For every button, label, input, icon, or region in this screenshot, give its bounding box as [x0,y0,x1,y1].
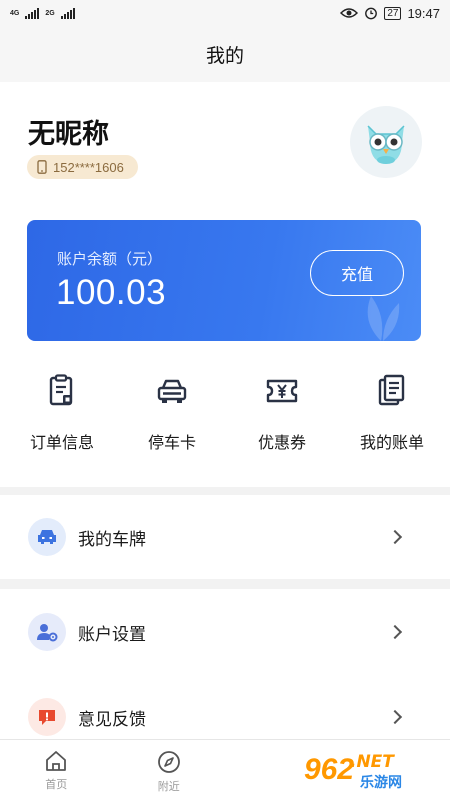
tab-nearby[interactable]: 附近 [113,740,226,800]
quick-menu: 订单信息 停车卡 优惠券 我的账单 [0,367,450,453]
my-plate-row[interactable]: 我的车牌 [0,495,450,579]
network-type-2: 2G [45,9,55,17]
owl-avatar-icon [367,125,405,164]
signal-icon [60,7,75,19]
tab-home[interactable]: 首页 [0,740,113,800]
tab-fourth[interactable] [338,740,450,800]
eye-icon [340,8,359,18]
account-settings-row[interactable]: 账户设置 [0,589,450,675]
feedback-icon [28,698,66,736]
my-bill-button[interactable]: 我的账单 [337,367,447,453]
avatar[interactable] [350,106,422,178]
alarm-icon [365,7,378,20]
phone-badge: 152****1606 [27,155,138,179]
page-title-bar: 我的 [0,26,450,82]
tab-third[interactable] [225,740,338,800]
feedback-row[interactable]: 意见反馈 [0,675,450,739]
feedback-label: 意见反馈 [78,709,146,729]
home-icon [46,751,67,771]
recharge-button[interactable]: 充值 [310,250,404,296]
coupon-icon [266,379,298,403]
battery-icon: 27 [384,6,402,20]
balance-amount: 100.03 [56,273,167,312]
network-type-1: 4G [10,9,20,17]
clock-time: 19:47 [407,5,440,21]
order-info-button[interactable]: 订单信息 [7,367,117,453]
clipboard-icon [49,374,73,406]
page-title: 我的 [205,45,244,67]
bottom-tab-bar: 首页 附近 [0,739,450,800]
car-icon [28,518,66,556]
my-plate-label: 我的车牌 [78,529,146,549]
balance-label: 账户余额（元） [57,251,163,268]
order-info-label: 订单信息 [29,435,94,452]
phone-icon [37,160,47,174]
profile-section: 无昵称 152****1606 账户余额（元） 100.03 充值 订单信息 停… [0,82,450,487]
parking-card-label: 停车卡 [147,435,196,452]
chevron-right-icon [387,529,403,545]
signal-icon [25,7,40,19]
tab-home-label: 首页 [45,779,68,791]
coupon-label: 优惠券 [257,435,306,452]
settings-section: 账户设置 意见反馈 [0,589,450,739]
user-settings-icon [28,613,66,651]
bill-icon [378,374,405,406]
phone-number: 152****1606 [53,159,124,175]
balance-card: 账户余额（元） 100.03 充值 [27,220,421,341]
tab-nearby-label: 附近 [157,781,180,793]
parking-card-button[interactable]: 停车卡 [117,367,227,453]
plate-section: 我的车牌 [0,495,450,579]
leaf-decoration-icon [367,296,400,341]
status-bar: 4G 2G 27 19:47 [0,0,450,26]
coupon-button[interactable]: 优惠券 [227,367,337,453]
account-settings-label: 账户设置 [78,624,146,644]
car-icon [157,379,187,403]
my-bill-label: 我的账单 [359,435,424,452]
chevron-right-icon [387,624,403,640]
user-nickname[interactable]: 无昵称 [28,112,109,151]
compass-icon [157,751,180,773]
chevron-right-icon [387,709,403,725]
